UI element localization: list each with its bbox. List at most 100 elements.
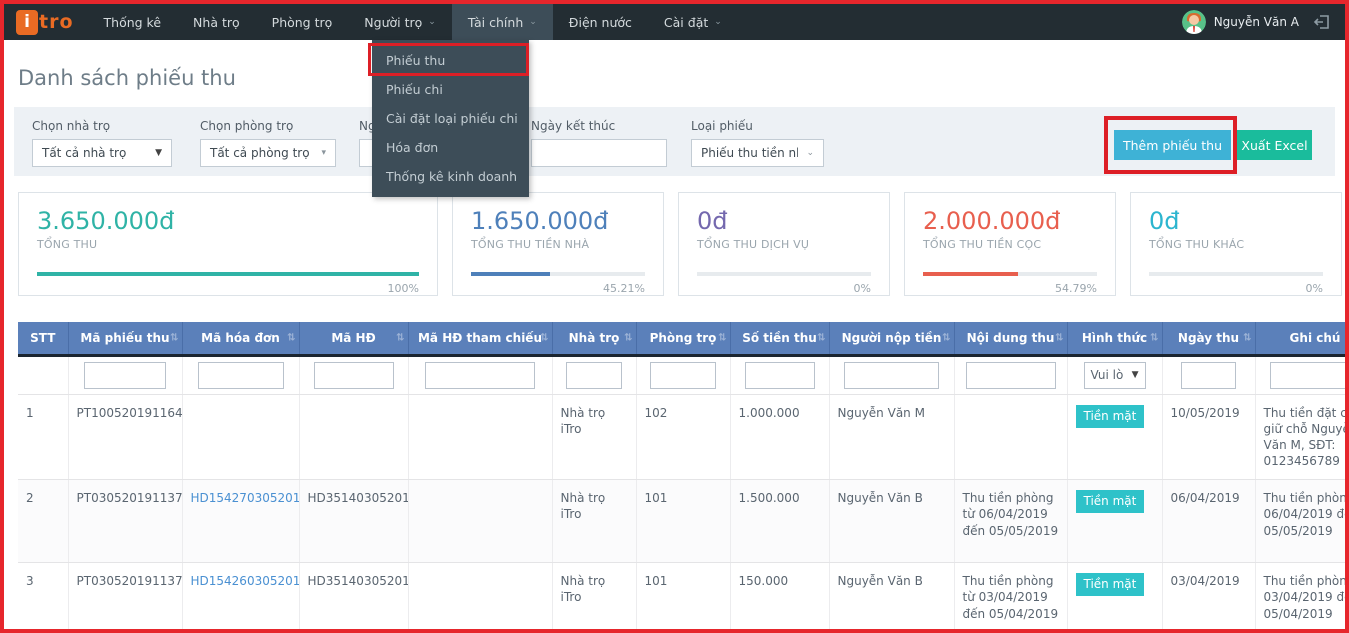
column-header-nguoi_nop_tien[interactable]: Người nộp tiền ⇅ <box>829 322 955 357</box>
column-header-ghi_chu: Ghi chú <box>1255 322 1345 357</box>
logo-text: tro <box>39 11 74 33</box>
logout-icon[interactable] <box>1313 13 1331 31</box>
cell-stt: 1 <box>18 394 69 481</box>
column-filter-input-so_tien_thu[interactable] <box>744 361 815 389</box>
sort-icon[interactable]: ⇅ <box>942 332 950 343</box>
chevron-down-icon: ⌄ <box>806 148 814 158</box>
stat-percent: 0% <box>853 282 871 295</box>
stat-progress-track <box>923 272 1097 276</box>
cell-ma_hd_tham_chieu <box>408 479 553 564</box>
filter-loai-phieu: Loại phiếu Phiếu thu tiền nhà , P ⌄ <box>691 119 824 167</box>
column-header-ma_phieu_thu[interactable]: Mã phiếu thu ⇅ <box>68 322 183 357</box>
filter-cell-noi_dung_thu <box>954 355 1068 395</box>
column-header-nha_tro[interactable]: Nhà trọ ⇅ <box>552 322 637 357</box>
column-filter-input-ma_hd_tham_chieu[interactable] <box>425 361 535 389</box>
column-header-ma_hd[interactable]: Mã HĐ ⇅ <box>299 322 409 357</box>
sort-icon[interactable]: ⇅ <box>396 332 404 343</box>
export-excel-button[interactable]: Xuất Excel <box>1237 130 1312 160</box>
dropdown-item-2[interactable]: Cài đặt loại phiếu chi <box>372 104 529 133</box>
filter-nha-tro: Chọn nhà trọ Tất cả nhà trọ ▼ <box>32 119 172 167</box>
column-header-ngay_thu[interactable]: Ngày thu ⇅ <box>1162 322 1256 357</box>
column-filter-input-ghi_chu[interactable] <box>1270 361 1345 389</box>
column-header-ma_hd_tham_chieu[interactable]: Mã HĐ tham chiếu ⇅ <box>408 322 553 357</box>
column-filter-input-ma_phieu_thu[interactable] <box>84 361 166 389</box>
page-title: Danh sách phiếu thu <box>18 66 236 90</box>
nav-item-6[interactable]: Cài đặt ⌄ <box>648 4 738 40</box>
stat-cards: 3.650.000đ TỔNG THU 100% 1.650.000đ TỔNG THU… <box>18 192 1342 296</box>
column-filter-input-ma_hd[interactable] <box>313 361 394 389</box>
cell-ma_hd_tham_chieu <box>408 562 553 629</box>
filter-cell-ma_hd <box>299 355 409 395</box>
cell-ma_hoa_don <box>182 394 300 481</box>
chevron-down-icon: ⌄ <box>529 17 537 27</box>
dropdown-item-3[interactable]: Hóa đơn <box>372 133 529 162</box>
table-header-row: STT Mã phiếu thu ⇅ Mã hóa đơn ⇅ Mã HĐ ⇅ Mã HĐ t… <box>18 322 1345 357</box>
add-receipt-button[interactable]: Thêm phiếu thu <box>1114 130 1231 160</box>
cell-so_tien_thu: 1.000.000 <box>730 394 830 481</box>
column-filter-input-phong_tro[interactable] <box>650 361 716 389</box>
column-filter-input-noi_dung_thu[interactable] <box>965 361 1056 389</box>
column-header-ma_hoa_don[interactable]: Mã hóa đơn ⇅ <box>182 322 300 357</box>
nav-item-1[interactable]: Nhà trọ <box>177 4 256 40</box>
nav-item-0[interactable]: Thống kê <box>88 4 178 40</box>
cell-ma_phieu_thu: PT0305201911371 <box>68 562 183 629</box>
column-header-stt: STT <box>18 322 69 357</box>
column-header-phong_tro[interactable]: Phòng trọ ⇅ <box>636 322 731 357</box>
loai-phieu-select[interactable]: Phiếu thu tiền nhà , P ⌄ <box>691 139 824 167</box>
dropdown-item-0[interactable]: Phiếu thu <box>372 46 529 75</box>
stat-card-1: 1.650.000đ TỔNG THU TIỀN NHÀ 45.21% <box>452 192 664 296</box>
cell-nguoi_nop_tien: Nguyễn Văn M <box>829 394 955 481</box>
stat-label: TỔNG THU TIỀN CỌC <box>923 238 1042 251</box>
stat-percent: 100% <box>387 282 419 295</box>
app-logo[interactable]: i tro <box>4 4 88 40</box>
invoice-link[interactable]: HD1542603052019 <box>191 574 299 588</box>
column-filter-input-nha_tro[interactable] <box>566 361 622 389</box>
stat-progress-track <box>697 272 871 276</box>
payment-method-badge: Tiền mặt <box>1075 490 1145 514</box>
column-filter-select-hinh_thuc[interactable]: Vui lò ▼ <box>1083 361 1146 389</box>
stat-percent: 0% <box>1305 282 1323 295</box>
column-filter-input-ngay_thu[interactable] <box>1181 361 1236 389</box>
filter-ngay-ket-thuc-label: Ngày kết thúc <box>531 119 616 133</box>
cell-ma_hd_tham_chieu <box>408 394 553 481</box>
ngay-ket-thuc-input[interactable] <box>531 139 667 167</box>
nav-item-5[interactable]: Điện nước <box>553 4 648 40</box>
column-header-hinh_thuc[interactable]: Hình thức ⇅ <box>1067 322 1163 357</box>
dropdown-item-4[interactable]: Thống kê kinh doanh <box>372 162 529 191</box>
user-name[interactable]: Nguyễn Văn A <box>1214 15 1299 29</box>
dropdown-item-1[interactable]: Phiếu chi <box>372 75 529 104</box>
column-filter-input-ma_hoa_don[interactable] <box>197 361 284 389</box>
stat-card-2: 0đ TỔNG THU DỊCH VỤ 0% <box>678 192 890 296</box>
column-filter-input-nguoi_nop_tien[interactable] <box>844 361 939 389</box>
sort-icon[interactable]: ⇅ <box>1243 332 1251 343</box>
cell-so_tien_thu: 1.500.000 <box>730 479 830 564</box>
nha-tro-select[interactable]: Tất cả nhà trọ ▼ <box>32 139 172 167</box>
avatar[interactable] <box>1181 10 1206 34</box>
logo-icon: i <box>16 9 38 35</box>
cell-phong_tro: 101 <box>636 562 731 629</box>
filter-cell-ma_hd_tham_chieu <box>408 355 553 395</box>
cell-ma_hoa_don: HD1542603052019 <box>182 562 300 629</box>
invoice-link[interactable]: HD1542703052019 <box>191 491 299 505</box>
stat-value: 2.000.000đ <box>923 207 1061 235</box>
sort-icon[interactable]: ⇅ <box>540 332 548 343</box>
cell-nha_tro: Nhà trọ iTro <box>552 479 637 564</box>
nav-item-3[interactable]: Người trọ ⌄ <box>348 4 452 40</box>
stat-label: TỔNG THU TIỀN NHÀ <box>471 238 590 251</box>
stat-progress-fill <box>923 272 1019 276</box>
filter-nha-tro-label: Chọn nhà trọ <box>32 119 111 133</box>
phong-tro-select[interactable]: Tất cả phòng trọ ▾ <box>200 139 336 167</box>
sort-icon[interactable]: ⇅ <box>287 332 295 343</box>
sort-icon[interactable]: ⇅ <box>170 332 178 343</box>
sort-icon[interactable]: ⇅ <box>718 332 726 343</box>
nav-item-4[interactable]: Tài chính ⌄ <box>451 4 553 40</box>
sort-icon[interactable]: ⇅ <box>624 332 632 343</box>
sort-icon[interactable]: ⇅ <box>817 332 825 343</box>
nav-item-2[interactable]: Phòng trọ <box>256 4 349 40</box>
sort-icon[interactable]: ⇅ <box>1055 332 1063 343</box>
loai-phieu-select-value: Phiếu thu tiền nhà , P <box>701 146 798 160</box>
sort-icon[interactable]: ⇅ <box>1150 332 1158 343</box>
column-header-noi_dung_thu[interactable]: Nội dung thu ⇅ <box>954 322 1068 357</box>
column-header-so_tien_thu[interactable]: Số tiền thu ⇅ <box>730 322 830 357</box>
payment-method-badge: Tiền mặt <box>1075 404 1145 428</box>
